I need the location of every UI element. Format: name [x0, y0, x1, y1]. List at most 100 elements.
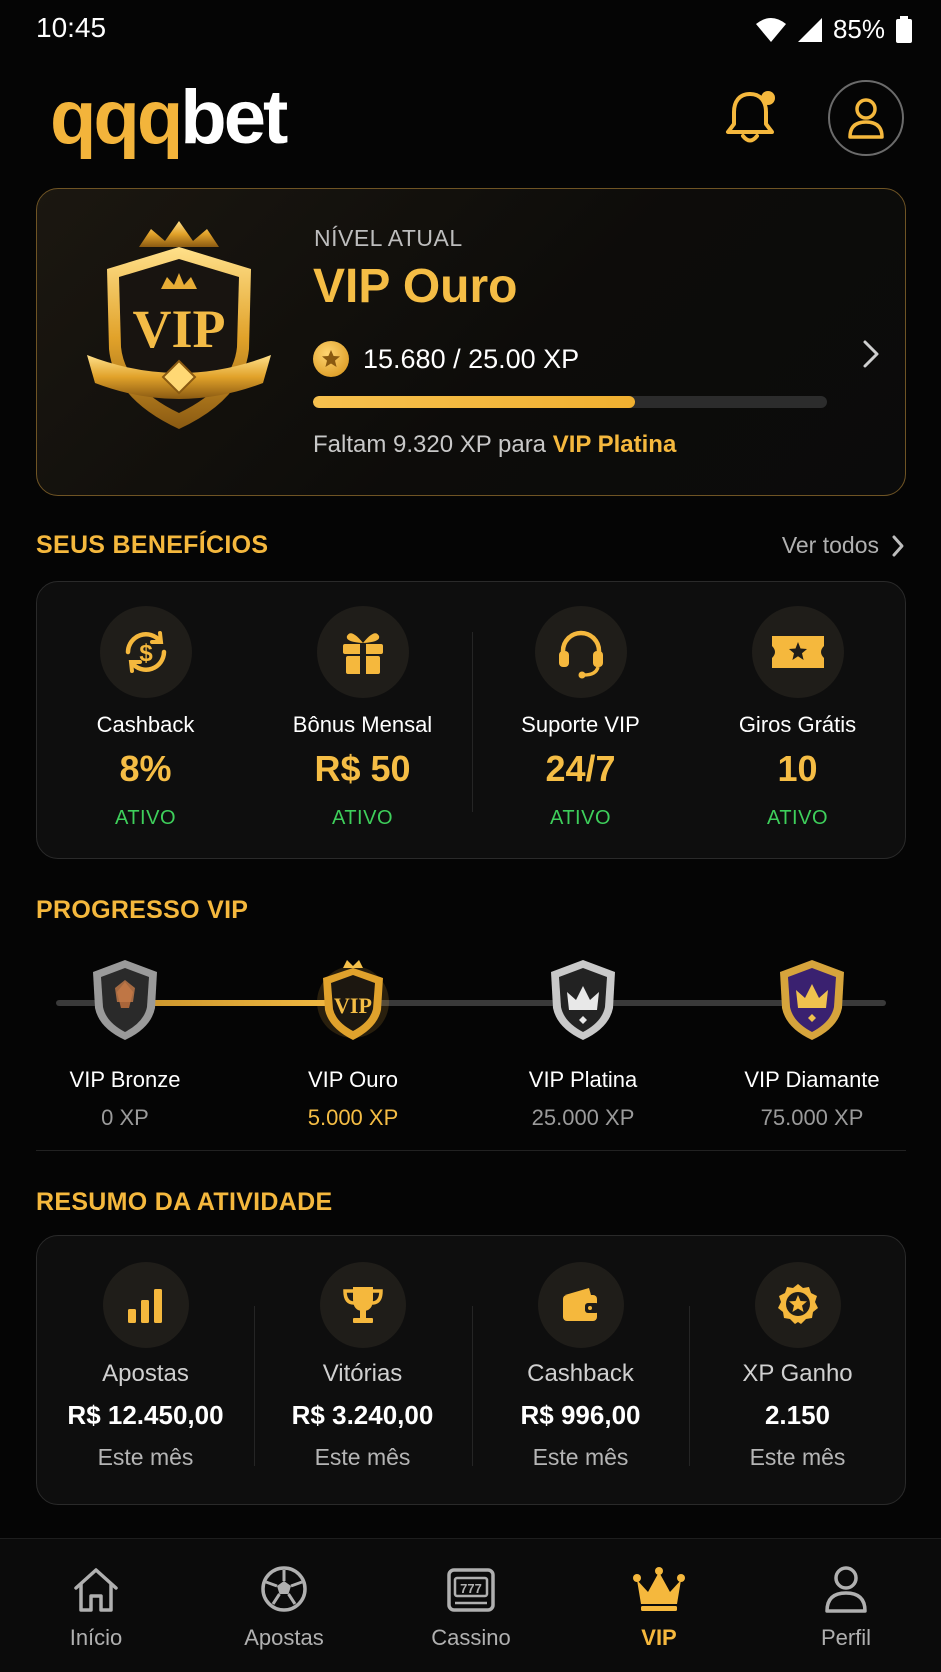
xp-remaining-text: Faltam 9.320 XP para VIP Platina — [313, 431, 676, 459]
svg-text:$: $ — [139, 640, 153, 667]
bottom-navigation: Início Apostas 777 Cassino VIP Perfil — [0, 1538, 941, 1672]
home-icon — [68, 1561, 124, 1617]
activity-summary-card: Apostas R$ 12.450,00 Este mês Vitórias R… — [36, 1235, 906, 1505]
tier-diamond[interactable]: VIP Diamante 75.000 XP — [712, 958, 912, 1131]
medal-icon — [754, 1262, 841, 1348]
benefit-cashback[interactable]: $ Cashback 8% ATIVO — [37, 582, 254, 860]
tier-xp: 25.000 XP — [531, 1105, 635, 1130]
tier-name: VIP Diamante — [744, 1067, 880, 1092]
level-name: VIP Ouro — [313, 260, 518, 313]
xp-progress-fill — [313, 396, 636, 408]
status-icons: 85% — [755, 14, 913, 45]
benefit-monthly-bonus[interactable]: Bônus Mensal R$ 50 ATIVO — [254, 582, 471, 860]
brand-logo[interactable]: qqqbet — [50, 80, 288, 156]
chevron-right-icon[interactable] — [861, 339, 881, 369]
tier-xp: 0 XP — [101, 1105, 149, 1130]
vip-badge-text: VIP — [133, 299, 226, 359]
nav-label: Cassino — [431, 1625, 511, 1650]
see-all-benefits-link[interactable]: Ver todos — [782, 532, 905, 559]
signal-icon — [797, 17, 822, 42]
activity-label: Cashback — [527, 1360, 634, 1387]
activity-bets[interactable]: Apostas R$ 12.450,00 Este mês — [37, 1236, 254, 1506]
nav-label: Perfil — [820, 1625, 872, 1650]
gold-vip-shield-icon: VIP — [317, 960, 389, 1040]
nav-vip[interactable]: VIP — [565, 1539, 753, 1672]
activity-period: Este mês — [314, 1444, 411, 1470]
cashback-icon: $ — [99, 606, 192, 698]
activity-xp-earned[interactable]: XP Ganho 2.150 Este mês — [689, 1236, 906, 1506]
benefit-status: ATIVO — [331, 807, 394, 829]
notifications-button[interactable] — [722, 88, 778, 148]
benefit-label: Suporte VIP — [521, 712, 640, 737]
xp-value: 15.680 / 25.00 XP — [363, 343, 580, 374]
gift-icon — [316, 606, 409, 698]
tier-gold[interactable]: VIP VIP Ouro 5.000 XP — [253, 958, 453, 1131]
activity-value: R$ 3.240,00 — [291, 1400, 434, 1430]
activity-value: 2.150 — [764, 1400, 831, 1430]
benefit-status: ATIVO — [549, 807, 612, 829]
benefit-label: Cashback — [96, 712, 195, 737]
tier-xp: 5.000 XP — [307, 1105, 399, 1130]
section-divider — [36, 1150, 906, 1151]
nav-label: VIP — [641, 1625, 677, 1650]
activity-period: Este mês — [532, 1444, 629, 1470]
wallet-icon — [537, 1262, 624, 1348]
tier-platinum[interactable]: VIP Platina 25.000 XP — [483, 958, 683, 1131]
activity-cashback[interactable]: Cashback R$ 996,00 Este mês — [472, 1236, 689, 1506]
tier-name: VIP Bronze — [69, 1067, 181, 1092]
platinum-shield-icon — [551, 960, 615, 1040]
battery-icon — [896, 15, 912, 43]
svg-text:777: 777 — [460, 1581, 482, 1596]
headset-icon — [534, 606, 627, 698]
slot-machine-icon: 777 — [443, 1561, 499, 1617]
activity-label: Apostas — [102, 1360, 189, 1387]
crown-icon — [631, 1561, 687, 1617]
nav-profile[interactable]: Perfil — [752, 1539, 940, 1672]
benefit-value: 8% — [119, 748, 172, 789]
activity-wins[interactable]: Vitórias R$ 3.240,00 Este mês — [254, 1236, 471, 1506]
tier-bronze[interactable]: VIP Bronze 0 XP — [25, 958, 225, 1131]
next-level-name: VIP Platina — [552, 431, 677, 458]
svg-text:VIP: VIP — [334, 993, 372, 1018]
xp-progress-bar — [313, 396, 827, 408]
chevron-right-icon — [892, 535, 904, 556]
user-icon — [848, 98, 884, 139]
level-label: NÍVEL ATUAL — [314, 225, 463, 251]
soccer-ball-icon — [256, 1561, 312, 1617]
nav-label: Apostas — [244, 1625, 324, 1650]
nav-casino[interactable]: 777 Cassino — [377, 1539, 565, 1672]
activity-period: Este mês — [749, 1444, 846, 1470]
activity-title: RESUMO DA ATIVIDADE — [36, 1188, 333, 1216]
benefit-value: 24/7 — [545, 748, 616, 789]
logo-prefix: qqq — [50, 75, 183, 160]
ticket-icon — [751, 606, 844, 698]
benefit-label: Giros Grátis — [738, 712, 857, 737]
activity-label: Vitórias — [322, 1360, 403, 1387]
benefit-free-spins[interactable]: Giros Grátis 10 ATIVO — [689, 582, 906, 860]
tier-name: VIP Platina — [528, 1067, 638, 1092]
activity-period: Este mês — [97, 1444, 194, 1470]
benefit-status: ATIVO — [114, 807, 177, 829]
bell-icon — [726, 91, 775, 143]
profile-avatar-button[interactable] — [828, 80, 904, 156]
nav-home[interactable]: Início — [2, 1539, 190, 1672]
benefit-value: R$ 50 — [314, 748, 411, 789]
nav-label: Início — [69, 1625, 123, 1650]
benefits-title: SEUS BENEFÍCIOS — [36, 531, 269, 559]
battery-percent: 85% — [832, 14, 885, 44]
trophy-icon — [319, 1262, 406, 1348]
benefit-value: 10 — [777, 748, 818, 789]
person-icon — [818, 1561, 874, 1617]
vip-gold-badge-icon: VIP — [87, 221, 271, 429]
see-all-label: Ver todos — [781, 532, 879, 558]
bronze-shield-icon — [93, 960, 157, 1040]
logo-suffix: bet — [180, 75, 288, 160]
vip-level-card[interactable]: VIP NÍVEL ATUAL VIP Ouro 15.680 / 25.00 … — [36, 188, 906, 496]
xp-row: 15.680 / 25.00 XP — [313, 341, 579, 377]
remaining-prefix: Faltam 9.320 XP para — [313, 431, 547, 458]
benefit-label: Bônus Mensal — [292, 712, 433, 737]
benefit-vip-support[interactable]: Suporte VIP 24/7 ATIVO — [472, 582, 689, 860]
wifi-icon — [755, 17, 786, 42]
benefits-card: $ Cashback 8% ATIVO Bônus Mensal R$ 50 A… — [36, 581, 906, 859]
nav-bets[interactable]: Apostas — [190, 1539, 378, 1672]
